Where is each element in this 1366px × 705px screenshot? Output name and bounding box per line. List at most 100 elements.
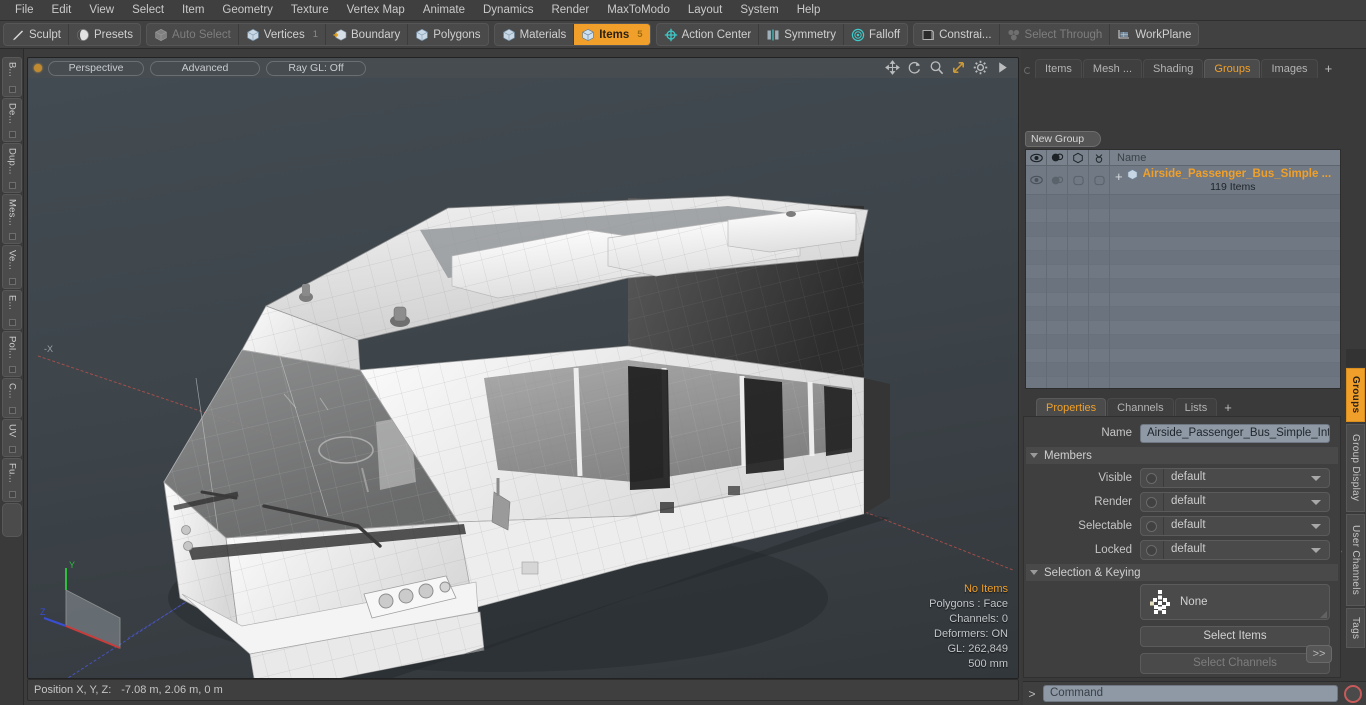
tab-items[interactable]: Items — [1035, 59, 1082, 78]
properties-add-tab-button[interactable]: + — [1218, 398, 1238, 417]
viewport-canvas[interactable]: -X Y Z No Items Polygons: Face Channels… — [28, 78, 1018, 678]
move-icon[interactable] — [885, 60, 900, 75]
tab-mesh[interactable]: Mesh ... — [1082, 59, 1143, 78]
sculpt-button[interactable]: Sculpt — [4, 24, 68, 45]
visible-dropdown[interactable]: default — [1140, 468, 1330, 488]
menu-item-select[interactable]: Select — [123, 1, 173, 19]
row-eye-icon[interactable] — [1026, 166, 1047, 194]
table-row[interactable]: + Airside_Passenger_Bus_Simple ... 119 I… — [1026, 166, 1340, 195]
menu-item-view[interactable]: View — [80, 1, 123, 19]
selection-set-field[interactable]: None — [1140, 584, 1330, 620]
right-tab-group-display[interactable]: Group Display — [1346, 424, 1365, 512]
menu-item-vertex-map[interactable]: Vertex Map — [338, 1, 414, 19]
menu-item-system[interactable]: System — [731, 1, 787, 19]
render-state-knob[interactable] — [1146, 496, 1157, 508]
viewport-raygl-button[interactable]: Ray GL: Off — [266, 60, 366, 76]
left-tab-vertex[interactable]: Ve... — [2, 245, 22, 289]
falloff-button[interactable]: Falloff — [843, 24, 907, 45]
shape-icon[interactable] — [1068, 149, 1089, 166]
left-tab-curve[interactable]: C... — [2, 378, 22, 418]
left-tab-extra[interactable] — [2, 503, 22, 537]
vertices-button[interactable]: Vertices 1 — [237, 24, 325, 45]
tab-channels[interactable]: Channels — [1107, 398, 1174, 417]
menu-item-geometry[interactable]: Geometry — [213, 1, 282, 19]
workplane-button[interactable]: WorkPlane — [1109, 24, 1198, 45]
menu-item-edit[interactable]: Edit — [43, 1, 81, 19]
tab-images[interactable]: Images — [1261, 59, 1318, 78]
left-tab-uv[interactable]: UV — [2, 419, 22, 457]
viewport-view-mode-button[interactable]: Perspective — [48, 60, 144, 76]
menu-item-help[interactable]: Help — [788, 1, 830, 19]
selectable-state-knob[interactable] — [1146, 520, 1157, 532]
right-tab-groups[interactable]: Groups — [1346, 368, 1365, 422]
group-row-name-cell[interactable]: + Airside_Passenger_Bus_Simple ... 119 I… — [1110, 166, 1340, 194]
left-tab-mesh-edit[interactable]: Mes... — [2, 194, 22, 244]
auto-select-button[interactable]: Auto Select — [147, 24, 238, 45]
menu-item-animate[interactable]: Animate — [414, 1, 474, 19]
expand-toggle[interactable]: + — [1115, 170, 1123, 183]
polygons-button[interactable]: Polygons — [407, 24, 487, 45]
left-tab-duplicate[interactable]: Dup... — [2, 143, 22, 193]
selectable-dropdown[interactable]: default — [1140, 516, 1330, 536]
render-icon[interactable] — [1047, 149, 1068, 166]
menu-item-texture[interactable]: Texture — [282, 1, 338, 19]
name-field[interactable]: Airside_Passenger_Bus_Simple_Interio — [1140, 423, 1330, 443]
more-options-button[interactable]: >> — [1306, 645, 1332, 663]
magnify-icon[interactable] — [929, 60, 944, 75]
left-tab-polygon[interactable]: Pol... — [2, 331, 22, 377]
right-tab-tags[interactable]: Tags — [1346, 608, 1365, 648]
menu-item-dynamics[interactable]: Dynamics — [474, 1, 542, 19]
tab-shading[interactable]: Shading — [1143, 59, 1204, 78]
menu-item-render[interactable]: Render — [542, 1, 598, 19]
presets-button[interactable]: Presets — [67, 24, 140, 45]
constraint-button[interactable]: Constrai... — [914, 24, 998, 45]
render-dropdown[interactable]: default — [1140, 492, 1330, 512]
row-render-icon[interactable] — [1047, 166, 1068, 194]
row-lock-toggle[interactable] — [1089, 166, 1110, 194]
tab-properties[interactable]: Properties — [1036, 398, 1107, 417]
left-tab-fusion[interactable]: Fu... — [2, 458, 22, 502]
collapse-triangle-icon — [1030, 570, 1038, 575]
row-selectable-toggle[interactable] — [1068, 166, 1089, 194]
lock-icon[interactable] — [1089, 149, 1110, 166]
left-tab-basic[interactable]: B... — [2, 57, 22, 97]
materials-button[interactable]: Materials — [495, 24, 574, 45]
fit-icon[interactable] — [951, 60, 966, 75]
menu-item-maxtomodo[interactable]: MaxToModo — [598, 1, 679, 19]
tab-groups[interactable]: Groups — [1204, 59, 1261, 78]
menu-item-item[interactable]: Item — [173, 1, 213, 19]
select-items-button[interactable]: Select Items — [1140, 626, 1330, 647]
gear-icon[interactable] — [973, 60, 988, 75]
resize-grip-icon[interactable] — [1320, 611, 1327, 618]
panel-menu-dot-icon[interactable] — [1024, 67, 1031, 74]
svg-text:Y: Y — [69, 560, 75, 570]
locked-dropdown[interactable]: default — [1140, 540, 1330, 560]
select-through-button[interactable]: Select Through — [998, 24, 1110, 45]
left-tab-deform[interactable]: De... — [2, 98, 22, 142]
members-section-header[interactable]: Members — [1026, 447, 1338, 464]
boundary-button[interactable]: Boundary — [325, 24, 407, 45]
menu-item-file[interactable]: File — [6, 1, 43, 19]
command-input[interactable]: Command — [1043, 685, 1338, 702]
items-button[interactable]: Items 5 — [573, 24, 650, 45]
menu-item-layout[interactable]: Layout — [679, 1, 732, 19]
viewport-3d[interactable]: Perspective Advanced Ray GL: Off -X Y Z … — [27, 57, 1019, 679]
toolbar-group-modifiers: Action Center Symmetry Falloff — [655, 23, 909, 46]
tab-lists[interactable]: Lists — [1174, 398, 1218, 417]
right-tab-user-channels[interactable]: User Channels — [1346, 514, 1365, 606]
new-group-button[interactable]: New Group — [1025, 131, 1101, 147]
record-icon[interactable] — [1344, 684, 1362, 703]
rotate-icon[interactable] — [907, 60, 922, 75]
eye-icon[interactable] — [1026, 149, 1047, 166]
symmetry-button[interactable]: Symmetry — [758, 24, 843, 45]
left-tab-edge[interactable]: E... — [2, 290, 22, 330]
action-center-button[interactable]: Action Center — [657, 24, 759, 45]
locked-state-knob[interactable] — [1146, 544, 1157, 556]
visible-value: default — [1163, 469, 1311, 487]
viewport-menu-dot-icon[interactable] — [34, 64, 42, 72]
group-list[interactable]: Name + Airside_Passenger_Bus_Simple ... … — [1025, 149, 1341, 389]
play-icon[interactable] — [995, 60, 1010, 75]
selection-keying-section-header[interactable]: Selection & Keying — [1026, 564, 1338, 581]
viewport-shading-button[interactable]: Advanced — [150, 60, 260, 76]
visible-state-knob[interactable] — [1146, 472, 1157, 484]
